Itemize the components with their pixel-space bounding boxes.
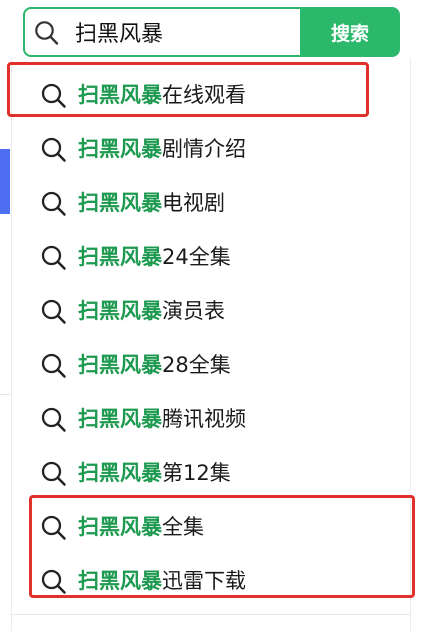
search-icon (41, 569, 66, 594)
search-icon (41, 407, 66, 432)
suggestion-suffix: 28全集 (162, 353, 231, 377)
suggestion-text: 扫黑风暴全集 (78, 513, 204, 541)
suggestion-text: 扫黑风暴电视剧 (78, 189, 225, 217)
suggestion-text: 扫黑风暴剧情介绍 (78, 135, 246, 163)
suggestion-item[interactable]: 扫黑风暴腾讯视频 (40, 403, 246, 435)
suggestion-suffix: 第12集 (162, 461, 231, 485)
suggestion-highlight: 扫黑风暴 (78, 299, 162, 323)
suggestion-highlight: 扫黑风暴 (78, 407, 162, 431)
suggestion-highlight: 扫黑风暴 (78, 515, 162, 539)
search-icon (41, 353, 66, 378)
suggestion-suffix: 演员表 (162, 299, 225, 323)
suggestion-suffix: 腾讯视频 (162, 407, 246, 431)
search-icon (41, 137, 66, 162)
suggestion-suffix: 在线观看 (162, 83, 246, 107)
suggestion-item[interactable]: 扫黑风暴剧情介绍 (40, 133, 246, 165)
search-icon (41, 245, 66, 270)
suggestion-highlight: 扫黑风暴 (78, 191, 162, 215)
suggestion-highlight: 扫黑风暴 (78, 569, 162, 593)
suggestion-item[interactable]: 扫黑风暴在线观看 (40, 79, 246, 111)
suggestion-list: 扫黑风暴在线观看 扫黑风暴剧情介绍 扫黑风暴电视剧 扫黑风暴24全集 扫黑风暴演… (0, 0, 429, 631)
suggestion-item[interactable]: 扫黑风暴28全集 (40, 349, 231, 381)
suggestion-highlight: 扫黑风暴 (78, 137, 162, 161)
suggestion-text: 扫黑风暴第12集 (78, 459, 231, 487)
search-icon (41, 83, 66, 108)
search-icon (41, 299, 66, 324)
search-icon (41, 191, 66, 216)
suggestion-text: 扫黑风暴在线观看 (78, 81, 246, 109)
suggestion-item[interactable]: 扫黑风暴迅雷下载 (40, 565, 246, 597)
suggestion-suffix: 全集 (162, 515, 204, 539)
suggestion-item[interactable]: 扫黑风暴第12集 (40, 457, 231, 489)
suggestion-item[interactable]: 扫黑风暴演员表 (40, 295, 225, 327)
suggestion-highlight: 扫黑风暴 (78, 353, 162, 377)
suggestion-suffix: 电视剧 (162, 191, 225, 215)
suggestion-text: 扫黑风暴28全集 (78, 351, 231, 379)
suggestion-item[interactable]: 扫黑风暴全集 (40, 511, 204, 543)
suggestion-text: 扫黑风暴24全集 (78, 243, 231, 271)
suggestion-highlight: 扫黑风暴 (78, 461, 162, 485)
suggestion-highlight: 扫黑风暴 (78, 83, 162, 107)
suggestion-highlight: 扫黑风暴 (78, 245, 162, 269)
suggestion-suffix: 24全集 (162, 245, 231, 269)
suggestion-text: 扫黑风暴迅雷下载 (78, 567, 246, 595)
search-icon (41, 515, 66, 540)
suggestion-item[interactable]: 扫黑风暴电视剧 (40, 187, 225, 219)
suggestion-suffix: 剧情介绍 (162, 137, 246, 161)
suggestion-text: 扫黑风暴演员表 (78, 297, 225, 325)
suggestion-suffix: 迅雷下载 (162, 569, 246, 593)
suggestion-text: 扫黑风暴腾讯视频 (78, 405, 246, 433)
suggestion-item[interactable]: 扫黑风暴24全集 (40, 241, 231, 273)
search-icon (41, 461, 66, 486)
